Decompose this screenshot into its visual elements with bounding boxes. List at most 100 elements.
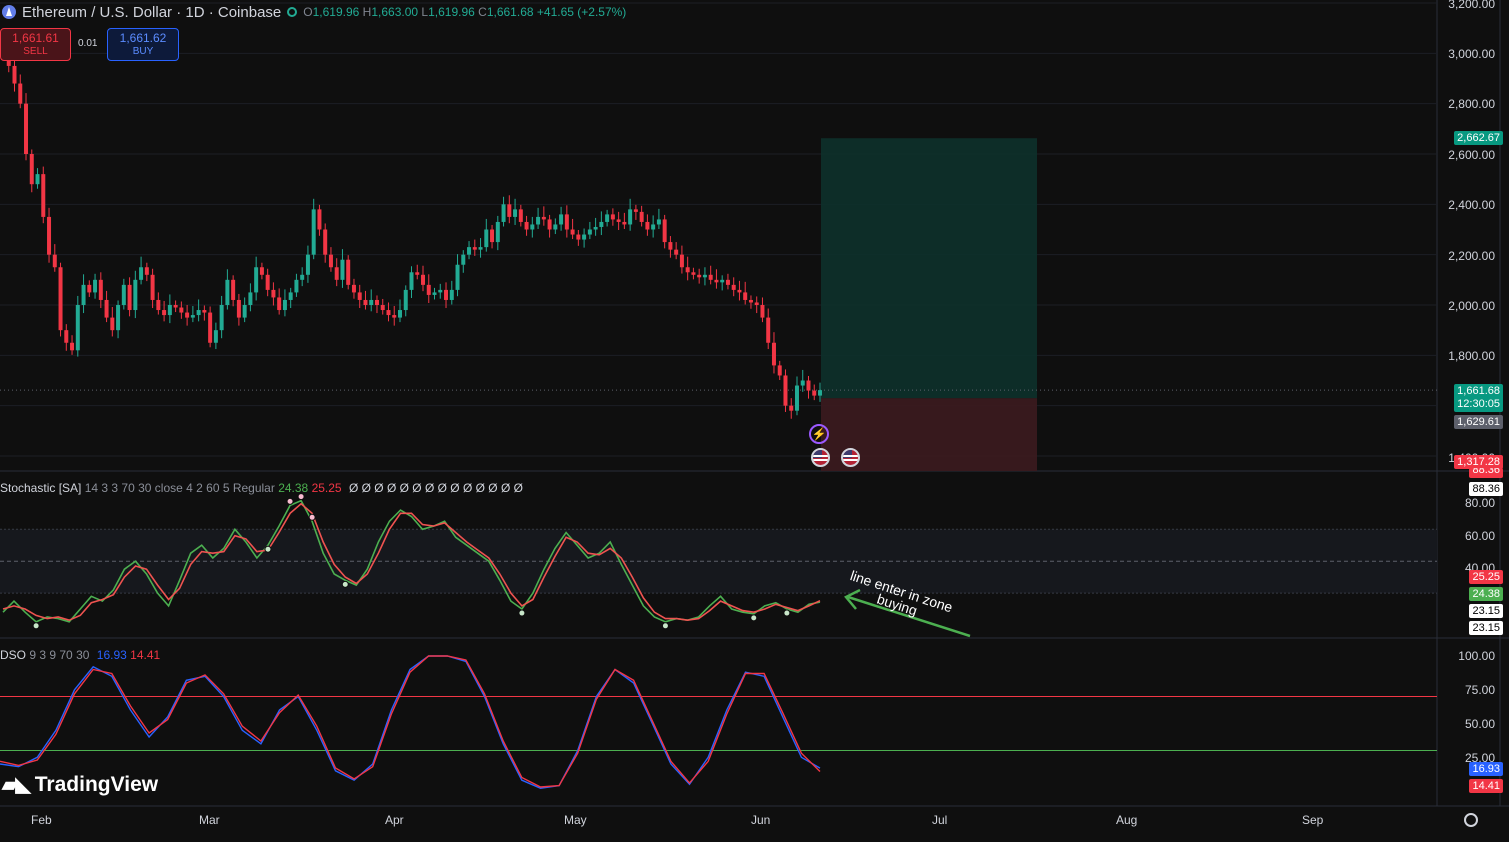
us-flag-icon[interactable] [841, 448, 860, 467]
candle-body [340, 259, 345, 280]
candle-body [311, 209, 316, 255]
candle-body [317, 209, 322, 230]
dso-legend[interactable]: DSO 9 3 9 70 30 16.93 14.41 [0, 648, 160, 662]
stoch-d-value: 25.25 [311, 481, 342, 495]
candle-body [702, 274, 707, 278]
candle-body [271, 289, 276, 298]
market-status-icon[interactable] [287, 7, 298, 17]
buy-price: 1,661.62 [119, 31, 167, 45]
candle-body [409, 272, 414, 290]
buy-label: BUY [132, 46, 154, 57]
candle-body [570, 229, 575, 235]
candle-body [35, 174, 40, 185]
x-tick: Jun [751, 813, 771, 827]
candle-body [294, 279, 299, 293]
candle-body [754, 302, 759, 305]
buy-button[interactable]: 1,661.62 BUY [107, 28, 179, 61]
stop-price-label: 1,317.28 [1454, 455, 1503, 469]
price-tick: 2,400.00 [1448, 198, 1495, 212]
stoch-markers: Ø Ø Ø Ø Ø Ø Ø Ø Ø Ø Ø Ø Ø Ø [348, 481, 523, 495]
candle-body [478, 247, 483, 250]
price-tick: 2,800.00 [1448, 97, 1495, 111]
candle-body [444, 289, 449, 300]
candle-body [225, 279, 230, 305]
candle-body [605, 214, 610, 222]
candle-body [633, 209, 638, 212]
x-tick: Jul [932, 813, 948, 827]
candle-body [806, 380, 811, 391]
stoch-legend[interactable]: Stochastic [SA] 14 3 3 70 30 close 4 2 6… [0, 481, 523, 495]
candle-body [259, 267, 264, 275]
candle-body [231, 279, 236, 300]
candle-body [29, 154, 34, 185]
candle-body [599, 221, 604, 227]
dso-params: 9 3 9 70 30 [29, 648, 90, 662]
candle-body [800, 380, 805, 386]
sell-price: 1,661.61 [12, 31, 59, 45]
candle-body [110, 317, 115, 331]
candle-body [41, 174, 46, 217]
lightning-event-icon[interactable]: ⚡ [809, 424, 829, 444]
candle-body [144, 267, 149, 275]
candle-body [167, 305, 172, 316]
candle-body [449, 289, 454, 300]
chart-legend: Ethereum / U.S. Dollar · 1D · Coinbase O… [0, 0, 626, 24]
candle-body [766, 317, 771, 343]
candle-body [213, 330, 218, 343]
candle-body [685, 267, 690, 273]
candle-body [93, 279, 98, 293]
candle-body [628, 209, 633, 225]
stoch-high-dot [308, 513, 316, 521]
candle-body [432, 292, 437, 295]
candle-body [777, 365, 782, 376]
candle-body [737, 289, 742, 293]
candle-body [714, 279, 719, 283]
candle-body [346, 259, 351, 285]
chart-canvas[interactable] [0, 0, 1509, 842]
stoch-low-dot [518, 609, 526, 617]
us-flag-icon[interactable] [811, 448, 830, 467]
candle-body [789, 405, 794, 411]
candle-body [426, 284, 431, 295]
x-tick: Apr [385, 813, 404, 827]
dso-tick: 75.00 [1464, 683, 1495, 697]
ohlc-values: O1,619.96 H1,663.00 L1,619.96 C1,661.68 … [303, 5, 627, 19]
candle-body [645, 221, 650, 230]
candle-body [576, 234, 581, 240]
target-price-label: 2,662.67 [1454, 131, 1503, 145]
candle-body [173, 305, 178, 308]
candle-body [24, 103, 29, 154]
candle-body [783, 375, 788, 406]
candle-body [622, 221, 627, 225]
candle-body [196, 310, 201, 316]
candle-body [98, 279, 103, 300]
stoch-tick: 80.00 [1464, 496, 1495, 510]
sell-button[interactable]: 1,661.61 SELL [0, 28, 71, 61]
symbol-title[interactable]: Ethereum / U.S. Dollar · 1D · Coinbase [22, 4, 281, 21]
candle-body [708, 274, 713, 280]
x-tick: Sep [1302, 813, 1324, 827]
candle-body [242, 305, 247, 318]
settings-gear-icon[interactable] [1464, 813, 1478, 827]
ethereum-icon [2, 5, 16, 19]
dso-blue-value: 16.93 [96, 648, 127, 662]
stoch-k-value: 24.38 [278, 481, 309, 495]
candle-body [185, 312, 190, 318]
stoch-low-dot [32, 622, 40, 630]
candle-body [421, 274, 426, 285]
candle-body [536, 216, 541, 225]
candle-body [156, 299, 161, 311]
candle-body [121, 284, 126, 305]
candle-body [415, 272, 420, 275]
stoch-hidden-label: 88.36 [1469, 468, 1503, 478]
stoch-low-dot [783, 609, 791, 617]
stoch-low-dot [341, 580, 349, 588]
candle-body [52, 254, 57, 268]
candle-body [812, 390, 817, 396]
last-price-label: 1,661.68 12:30:05 [1454, 384, 1503, 412]
dso-red-label: 14.41 [1469, 779, 1503, 793]
candle-body [12, 65, 17, 84]
stoch-d-label: 25.25 [1469, 570, 1503, 584]
candle-body [87, 284, 92, 293]
candle-body [254, 267, 259, 293]
